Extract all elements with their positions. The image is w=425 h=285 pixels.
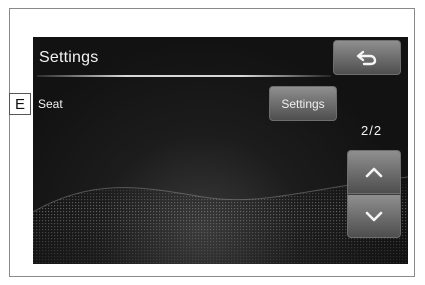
chevron-up-icon (365, 167, 383, 178)
chevron-down-icon (365, 211, 383, 222)
scroll-up-button[interactable] (347, 150, 401, 194)
title-divider (37, 75, 331, 77)
seat-settings-button[interactable]: Settings (269, 86, 337, 121)
seat-label: Seat (38, 97, 63, 111)
page-indicator: 2/2 (361, 123, 383, 138)
page-title: Settings (39, 49, 99, 66)
return-arrow-icon (356, 50, 377, 65)
display-screen: Settings Seat Settings 2/2 (33, 37, 408, 264)
back-button[interactable] (333, 40, 401, 75)
callout-marker: E (9, 93, 31, 115)
scroll-down-button[interactable] (347, 194, 401, 238)
